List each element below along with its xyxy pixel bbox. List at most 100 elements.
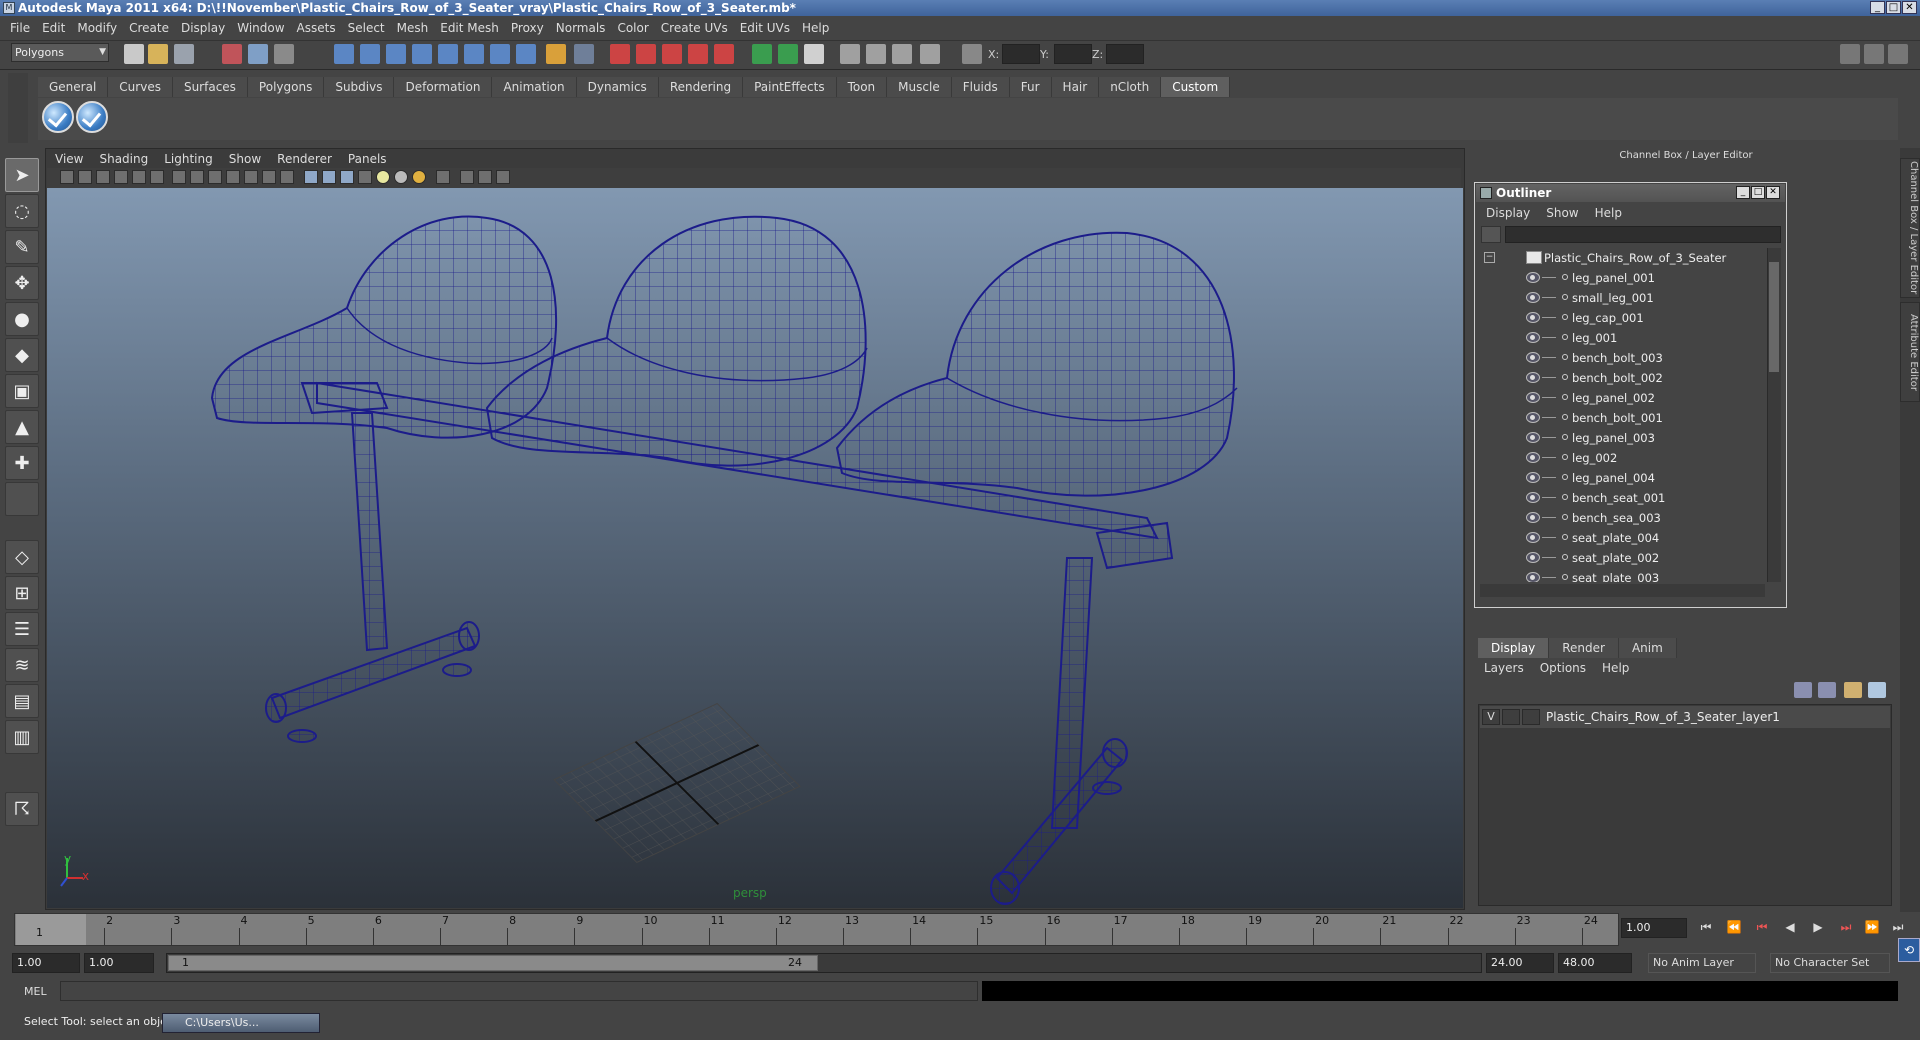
menu-file[interactable]: File xyxy=(4,21,36,35)
anim-layer-select[interactable]: No Anim Layer xyxy=(1648,953,1756,973)
mel-command-input[interactable] xyxy=(60,981,978,1001)
layer-tab-anim[interactable]: Anim xyxy=(1618,638,1677,658)
outliner-hscrollbar[interactable] xyxy=(1480,584,1765,597)
four-view-layout-icon[interactable]: ⊞ xyxy=(5,576,39,610)
textured-icon[interactable] xyxy=(358,170,372,184)
menu-modify[interactable]: Modify xyxy=(71,21,123,35)
outliner-item[interactable]: bench_bolt_001 xyxy=(1480,408,1765,428)
magnet-snap-icon[interactable] xyxy=(636,44,656,64)
outliner-item[interactable]: leg_panel_001 xyxy=(1480,268,1765,288)
outliner-item[interactable]: leg_001 xyxy=(1480,328,1765,348)
menu-set-select[interactable]: Polygons ▼ xyxy=(11,43,109,62)
select-component-icon[interactable] xyxy=(274,44,294,64)
show-manipulator-icon[interactable]: ✚ xyxy=(5,446,39,480)
outliner-item[interactable]: seat_plate_003 xyxy=(1480,568,1765,582)
outliner-persp-layout-icon[interactable]: ☰ xyxy=(5,612,39,646)
shelf-tab-fluids[interactable]: Fluids xyxy=(951,77,1010,97)
manipulator-tool-icon[interactable]: ▣ xyxy=(5,374,39,408)
perspective-viewport[interactable] xyxy=(47,188,1463,908)
shelf-tab-subdivs[interactable]: Subdivs xyxy=(324,77,395,97)
menu-proxy[interactable]: Proxy xyxy=(505,21,550,35)
menu-display[interactable]: Display xyxy=(175,21,231,35)
shelf-tab-polygons[interactable]: Polygons xyxy=(247,77,325,97)
outliner-item[interactable]: bench_bolt_002 xyxy=(1480,368,1765,388)
film-gate-icon[interactable] xyxy=(190,170,204,184)
outliner-maximize-button[interactable]: □ xyxy=(1751,186,1765,199)
outliner-item[interactable]: leg_panel_003 xyxy=(1480,428,1765,448)
outliner-item[interactable]: seat_plate_002 xyxy=(1480,548,1765,568)
shelf-tab-dynamics[interactable]: Dynamics xyxy=(576,77,659,97)
trax-persp-layout-icon[interactable]: ▥ xyxy=(5,720,39,754)
lock-icon[interactable] xyxy=(546,44,566,64)
safe-title-icon[interactable] xyxy=(280,170,294,184)
shelf-tab-surfaces[interactable]: Surfaces xyxy=(172,77,248,97)
hypershade-icon[interactable] xyxy=(866,44,886,64)
construction-history-icon[interactable] xyxy=(610,44,630,64)
xray-icon[interactable] xyxy=(460,170,474,184)
rotate-tool-icon[interactable]: ● xyxy=(5,302,39,336)
range-thumb[interactable] xyxy=(168,955,818,971)
input-ops-icon[interactable] xyxy=(490,44,510,64)
outliner-menu-display[interactable]: Display xyxy=(1478,204,1538,222)
history-icon[interactable] xyxy=(464,44,484,64)
selection-mask-icon[interactable] xyxy=(574,44,594,64)
viewport-menu-view[interactable]: View xyxy=(47,150,91,168)
side-tab-attribute-editor[interactable]: Attribute Editor xyxy=(1900,302,1920,402)
snap-point-icon[interactable] xyxy=(386,44,406,64)
maximize-button[interactable]: □ xyxy=(1886,1,1901,14)
gate-mask-icon[interactable] xyxy=(226,170,240,184)
render-region-icon[interactable] xyxy=(752,44,772,64)
shelf-tab-ncloth[interactable]: nCloth xyxy=(1099,77,1162,97)
snap-view-plane-icon[interactable] xyxy=(412,44,432,64)
animation-end-input[interactable]: 48.00 xyxy=(1558,953,1632,973)
outliner-item[interactable]: bench_bolt_003 xyxy=(1480,348,1765,368)
mel-label[interactable]: MEL xyxy=(24,985,47,998)
viewport-menu-panels[interactable]: Panels xyxy=(340,150,395,168)
new-scene-icon[interactable] xyxy=(124,44,144,64)
side-tab-channel-box[interactable]: Channel Box / Layer Editor xyxy=(1900,158,1920,298)
shelf-tab-animation[interactable]: Animation xyxy=(492,77,577,97)
shelf-tab-toon[interactable]: Toon xyxy=(836,77,888,97)
menu-color[interactable]: Color xyxy=(611,21,654,35)
layer-empty-icon[interactable] xyxy=(1868,682,1886,698)
outliner-item[interactable]: small_leg_001 xyxy=(1480,288,1765,308)
step-forward-icon[interactable]: ⏩ xyxy=(1862,920,1882,936)
viewport-menu-lighting[interactable]: Lighting xyxy=(156,150,221,168)
layer-tab-render[interactable]: Render xyxy=(1549,638,1619,658)
step-back-key-icon[interactable]: ⏮ xyxy=(1752,920,1772,936)
outliner-scroll-thumb[interactable] xyxy=(1769,262,1779,372)
outliner-item[interactable]: leg_cap_001 xyxy=(1480,308,1765,328)
menu-edit-mesh[interactable]: Edit Mesh xyxy=(434,21,505,35)
shelf-tab-curves[interactable]: Curves xyxy=(108,77,173,97)
shelf-tab-rendering[interactable]: Rendering xyxy=(658,77,744,97)
layer-menu-options[interactable]: Options xyxy=(1532,659,1594,677)
move-tool-icon[interactable]: ✥ xyxy=(5,266,39,300)
snap-curve-icon[interactable] xyxy=(360,44,380,64)
layer-lock-icon[interactable] xyxy=(1844,682,1862,698)
render-settings-icon[interactable] xyxy=(840,44,860,64)
menu-select[interactable]: Select xyxy=(342,21,391,35)
layer-tab-display[interactable]: Display xyxy=(1478,638,1550,658)
outliner-root-row[interactable]: − Plastic_Chairs_Row_of_3_Seater xyxy=(1480,248,1765,268)
viewport-menu-renderer[interactable]: Renderer xyxy=(269,150,340,168)
xray-joints-icon[interactable] xyxy=(496,170,510,184)
save-scene-icon[interactable] xyxy=(174,44,194,64)
outliner-item[interactable]: leg_panel_004 xyxy=(1480,468,1765,488)
field-chart-icon[interactable] xyxy=(244,170,258,184)
paint-select-icon[interactable]: ✎ xyxy=(5,230,39,264)
menu-help[interactable]: Help xyxy=(796,21,835,35)
playback-end-input[interactable]: 24.00 xyxy=(1486,953,1554,973)
menu-edit[interactable]: Edit xyxy=(36,21,71,35)
new-layer-selected-icon[interactable] xyxy=(1818,682,1836,698)
shadows-icon[interactable] xyxy=(412,170,426,184)
layer-color-swatch[interactable] xyxy=(1522,709,1540,725)
last-tool-icon[interactable] xyxy=(5,482,39,516)
z-coord-input[interactable] xyxy=(1106,44,1144,64)
xray-active-icon[interactable] xyxy=(478,170,492,184)
shelf-tab-general[interactable]: General xyxy=(38,77,109,97)
help-question-icon[interactable] xyxy=(516,44,536,64)
open-scene-icon[interactable] xyxy=(148,44,168,64)
two-d-pan-icon[interactable] xyxy=(132,170,146,184)
hypershade-persp-layout-icon[interactable]: ▤ xyxy=(5,684,39,718)
outliner-close-button[interactable]: ✕ xyxy=(1766,186,1780,199)
